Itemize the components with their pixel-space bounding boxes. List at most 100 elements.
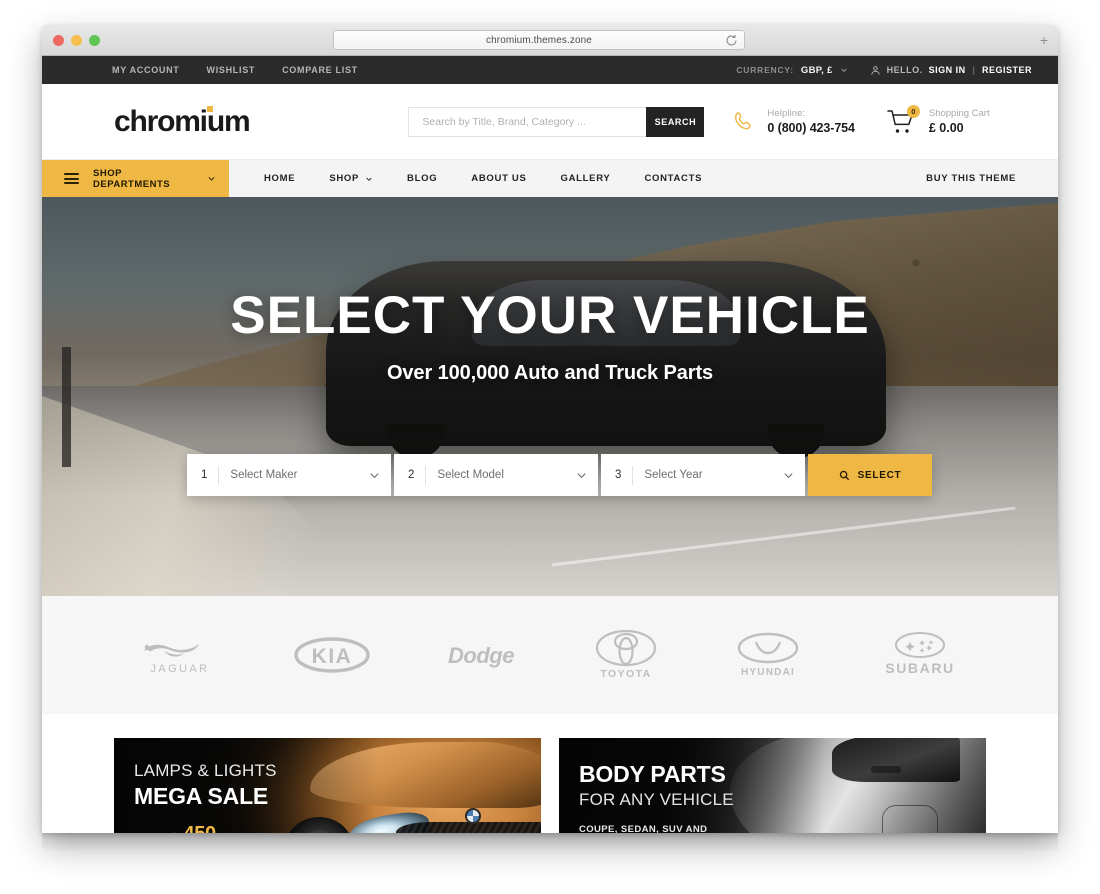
nav-item-about-us-label: ABOUT US [471,173,527,184]
brand-logo-strip: JAGUAR KIA Dodge TOYOTA HYUNDAI SUBARU [42,596,1058,714]
shopping-cart[interactable]: 0 Shopping Cart £ 0.00 [887,104,990,135]
brand-logo-hyundai[interactable]: HYUNDAI [729,631,807,679]
window-traffic-lights[interactable] [53,34,100,46]
brand-logo-kia[interactable]: KIA [293,634,371,676]
promo-banner-body-parts[interactable]: BODY PARTS FOR ANY VEHICLE COUPE, SEDAN,… [559,738,986,833]
maximize-window-button[interactable] [89,34,100,46]
logo-accent-dot [207,105,213,112]
divider [425,465,427,485]
brand-logo-dodge[interactable]: Dodge [438,639,524,671]
helpline-label: Helpline: [767,108,806,119]
promo-1-price-currency: $ [172,832,178,833]
nav-item-contacts[interactable]: CONTACTS [627,160,719,197]
buy-this-theme-link[interactable]: BUY THIS THEME [926,160,1016,197]
topbar-link-wishlist[interactable]: WISHLIST [207,65,256,75]
hero-subtitle: Over 100,000 Auto and Truck Parts [386,362,714,384]
nav-item-home-label: HOME [264,173,296,184]
chevron-down-icon [577,472,586,478]
vehicle-select-button-label: SELECT [857,469,902,481]
select-maker-step-number: 1 [201,469,208,481]
nav-item-blog[interactable]: BLOG [390,160,454,197]
promo-1-line1: LAMPS & LIGHTS [134,761,277,780]
svg-text:JAGUAR: JAGUAR [150,663,209,675]
brand-logo-subaru[interactable]: SUBARU [874,631,966,679]
hamburger-icon [64,173,79,184]
hello-text: HELLO. [886,65,923,75]
select-model-step-number: 2 [408,469,415,481]
select-model-value: Select Model [437,469,504,481]
currency-value: GBP, £ [800,64,833,76]
svg-text:HYUNDAI: HYUNDAI [741,667,795,678]
address-bar[interactable]: chromium.themes.zone [333,30,745,50]
promo-2-foot-line1: COUPE, SEDAN, SUV AND [579,824,708,833]
nav-links: HOME SHOP BLOG ABOUT US GALLERY CONTACTS [229,160,719,197]
page-viewport: MY ACCOUNT WISHLIST COMPARE LIST CURRENC… [42,56,1058,833]
dodge-icon: Dodge [448,643,515,668]
currency-label: CURRENCY: [736,65,794,75]
browser-window: chromium.themes.zone + MY ACCOUNT WISHLI… [42,25,1058,833]
chevron-down-icon [366,177,372,181]
select-year-step-number: 3 [615,469,622,481]
nav-item-shop[interactable]: SHOP [312,160,390,197]
select-maker-dropdown[interactable]: 1 Select Maker [187,454,391,496]
nav-item-gallery-label: GALLERY [560,173,611,184]
select-maker-value: Select Maker [230,469,298,481]
brand-logo-toyota[interactable]: TOYOTA [590,629,662,681]
close-window-button[interactable] [53,34,64,46]
promo-2-line1: BODY PARTS [579,761,726,787]
site-logo-text: chromium [114,104,251,138]
main-navigation: SHOP DEPARTMENTS HOME SHOP BLOG ABOUT US… [42,159,1058,197]
nav-item-home[interactable]: HOME [247,160,312,197]
promo-1-from-label: FROM [134,832,166,833]
vehicle-selector-form: 1 Select Maker 2 Select Model 3 Select Y… [187,454,932,496]
cart-total: £ 0.00 [928,121,964,135]
search-icon [839,470,849,480]
utility-right: CURRENCY: GBP, £ HELLO. SIGN IN | REGIST… [736,65,1032,76]
chevron-down-icon [784,472,793,478]
svg-text:KIA: KIA [311,645,352,668]
currency-selector[interactable]: CURRENCY: GBP, £ [736,65,847,76]
sign-in-link[interactable]: SIGN IN [929,65,966,75]
new-tab-button[interactable]: + [1036,32,1052,48]
promo-1-price-value: 450 [183,823,216,833]
shop-departments-button[interactable]: SHOP DEPARTMENTS [42,160,229,197]
search-input[interactable] [408,106,647,137]
chevron-down-icon [840,68,847,72]
subaru-icon: SUBARU [885,632,955,676]
divider [218,465,220,485]
nav-item-blog-label: BLOG [407,173,438,184]
helpline-block: Helpline: 0 (800) 423-754 [731,108,855,135]
cart-icon-wrapper: 0 [887,104,920,135]
register-link[interactable]: REGISTER [982,65,1032,75]
brand-logo-jaguar[interactable]: JAGUAR [134,632,226,678]
cart-count-badge: 0 [906,104,920,118]
topbar-link-my-account[interactable]: MY ACCOUNT [112,65,180,75]
select-year-dropdown[interactable]: 3 Select Year [601,454,805,496]
hero-banner: SELECT YOUR VEHICLE Over 100,000 Auto an… [42,197,1058,596]
utility-topbar: MY ACCOUNT WISHLIST COMPARE LIST CURRENC… [42,56,1058,84]
select-model-dropdown[interactable]: 2 Select Model [394,454,598,496]
phone-icon [735,112,751,130]
topbar-link-compare-list[interactable]: COMPARE LIST [282,65,358,75]
select-year-value: Select Year [644,469,703,481]
hero-title: SELECT YOUR VEHICLE [230,286,870,345]
search-button[interactable]: SEARCH [646,106,705,137]
nav-item-contacts-label: CONTACTS [644,173,703,184]
site-masthead: chromium SEARCH Helpline: 0 (800) 423-75… [42,84,1058,159]
site-logo[interactable]: chromium [114,104,251,138]
promo-2-line2: FOR ANY VEHICLE [579,790,734,809]
reload-icon[interactable] [725,34,738,47]
promo-banner-lamps-lights[interactable]: LAMPS & LIGHTS MEGA SALE FROM $ 450 [114,738,541,833]
minimize-window-button[interactable] [71,34,82,46]
account-links: HELLO. SIGN IN | REGISTER [870,65,1032,76]
vehicle-select-button[interactable]: SELECT [808,454,932,496]
search-bar: SEARCH [408,106,705,137]
nav-item-about-us[interactable]: ABOUT US [454,160,543,197]
hyundai-icon: HYUNDAI [737,632,799,678]
divider [632,465,634,485]
svg-text:Dodge: Dodge [448,643,514,668]
svg-text:SUBARU: SUBARU [885,660,955,676]
chevron-down-icon [208,176,215,181]
utility-links: MY ACCOUNT WISHLIST COMPARE LIST [112,65,358,75]
nav-item-gallery[interactable]: GALLERY [544,160,628,197]
